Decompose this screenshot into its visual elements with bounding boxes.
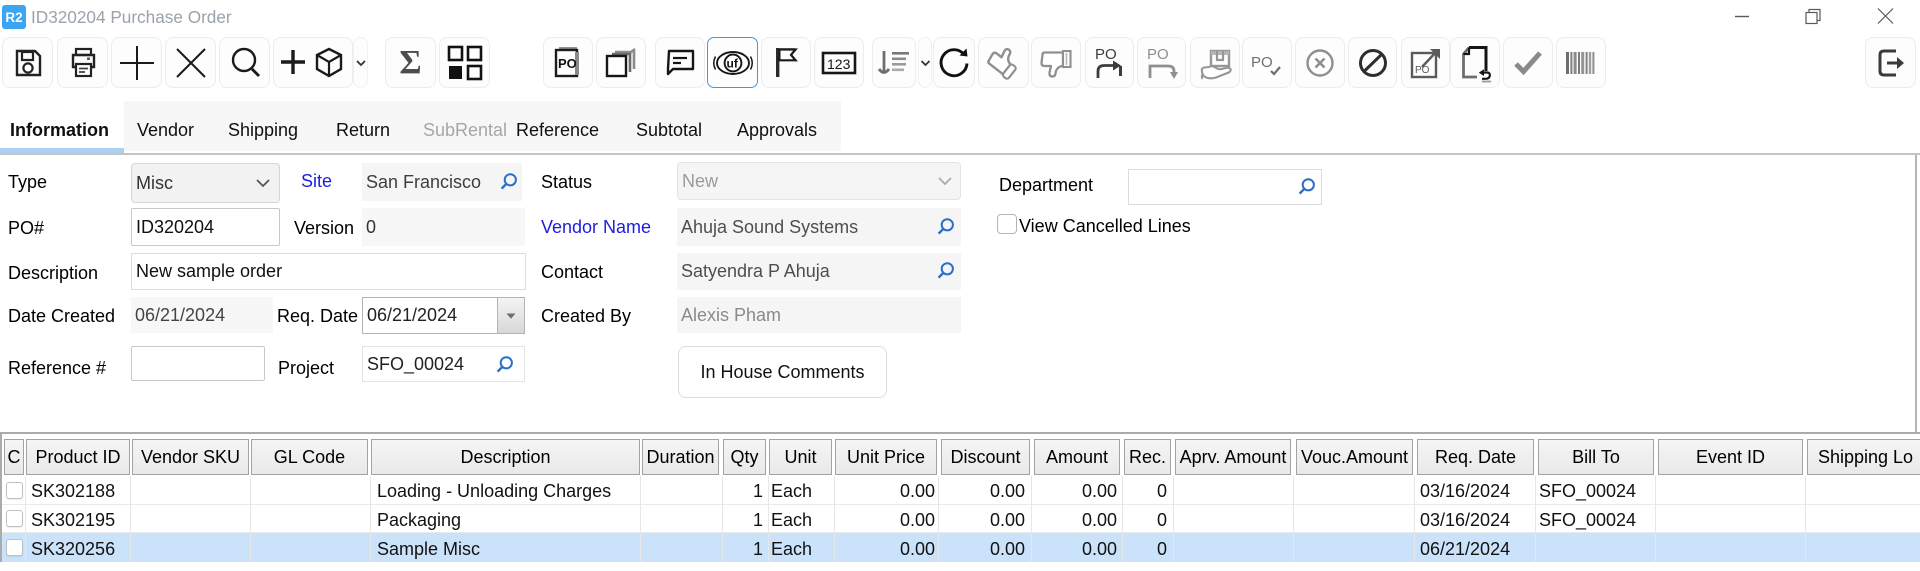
- svg-text:PO: PO: [1147, 46, 1169, 63]
- svg-text:PO: PO: [1095, 46, 1117, 63]
- svg-text:uf: uf: [726, 56, 738, 70]
- svg-text:123: 123: [827, 56, 851, 72]
- svg-text:PO: PO: [558, 56, 577, 71]
- svg-text:PO: PO: [1251, 54, 1273, 71]
